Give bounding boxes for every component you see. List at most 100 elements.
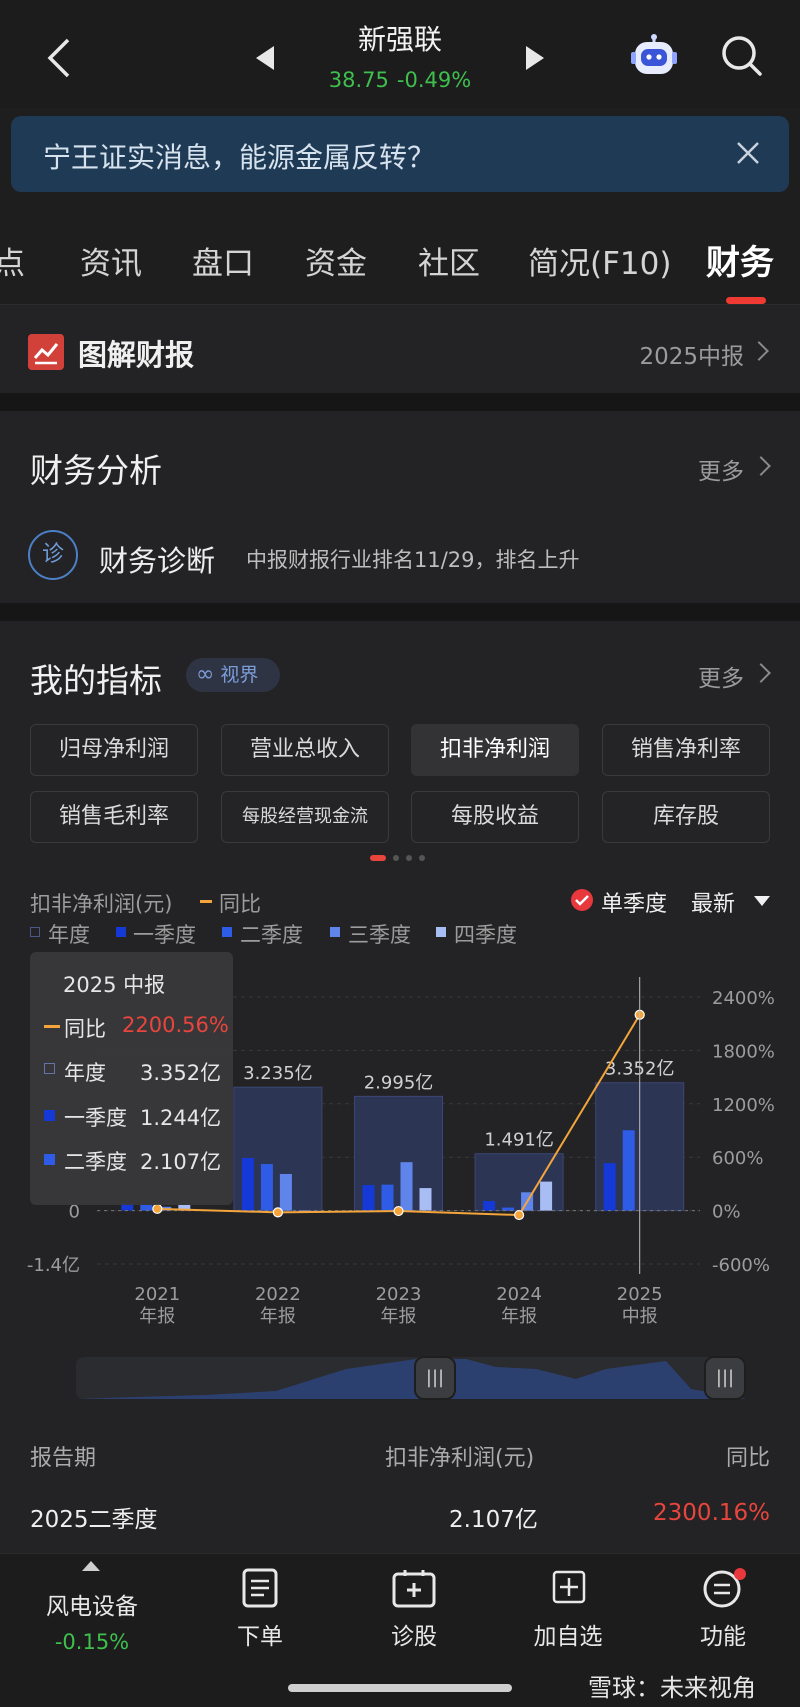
- financial-analysis-title: 财务分析: [30, 451, 162, 490]
- x-tick-year: 2024: [496, 1284, 542, 1305]
- tooltip-annual-label: 年度: [64, 1061, 106, 1085]
- quarter-bar-一季度: [362, 1185, 375, 1211]
- add-watchlist-label[interactable]: 加自选: [508, 1617, 628, 1651]
- quarter-bar-四季度: [540, 1181, 553, 1211]
- chip-treasury-stock[interactable]: 库存股: [602, 791, 770, 843]
- x-tick-period: 年报: [381, 1306, 417, 1327]
- sector-name[interactable]: 风电设备: [32, 1587, 152, 1621]
- search-icon[interactable]: [720, 34, 764, 78]
- quarter-bar-一季度: [603, 1163, 616, 1211]
- x-tick-period: 年报: [501, 1306, 537, 1327]
- tooltip-q2-swatch: [44, 1154, 55, 1165]
- tab-points[interactable]: 点: [0, 238, 25, 283]
- tab-funds[interactable]: 资金: [305, 238, 367, 283]
- tooltip-q2-label: 二季度: [64, 1150, 127, 1174]
- chip-total-revenue[interactable]: 营业总收入: [221, 724, 389, 776]
- expand-up-icon[interactable]: [82, 1561, 100, 1571]
- tooltip-annual-value: 3.352亿: [140, 1061, 222, 1085]
- chart-range-slider[interactable]: ||| |||: [76, 1356, 746, 1400]
- right-axis-tick: -600%: [712, 1255, 770, 1276]
- page-dot-active: [370, 855, 386, 861]
- tooltip-title: 2025 中报: [63, 973, 166, 997]
- page-dot: [406, 855, 412, 861]
- yoy-point: [272, 1207, 283, 1218]
- report-period[interactable]: 2025中报: [639, 337, 744, 371]
- order-icon[interactable]: [242, 1568, 278, 1608]
- add-watchlist-icon[interactable]: [552, 1570, 586, 1604]
- financial-diagnosis-desc[interactable]: 中报财报行业排名11/29，排名上升: [246, 544, 580, 574]
- order-label[interactable]: 下单: [200, 1617, 320, 1651]
- tab-finance[interactable]: 财务: [706, 235, 774, 284]
- quarter-bar-三季度: [279, 1173, 292, 1211]
- x-tick-period: 中报: [622, 1306, 658, 1327]
- right-axis-tick: 2400%: [712, 988, 775, 1009]
- vision-badge-label: 视界: [220, 664, 259, 686]
- diagnose-label[interactable]: 诊股: [354, 1617, 474, 1651]
- stock-change: -0.49%: [396, 68, 472, 92]
- infinity-icon: ∞: [196, 662, 215, 687]
- right-axis-tick: 600%: [712, 1148, 763, 1169]
- report-chart-icon: [28, 334, 64, 370]
- annual-value-label: 1.491亿: [484, 1130, 554, 1151]
- quarter-bar-二季度: [260, 1164, 273, 1211]
- quarter-bar-一季度: [483, 1201, 496, 1211]
- diagnose-icon[interactable]: [392, 1568, 436, 1608]
- chip-parent-net-profit[interactable]: 归母净利润: [30, 724, 198, 776]
- banner-text: 宁王证实消息，能源金属反转？: [43, 141, 436, 174]
- x-tick-year: 2025: [617, 1284, 663, 1305]
- illustrated-report-title: 图解财报: [78, 338, 195, 372]
- financial-analysis-more[interactable]: 更多: [698, 452, 744, 486]
- news-banner[interactable]: 宁王证实消息，能源金属反转？: [11, 116, 789, 192]
- home-indicator: [288, 1684, 512, 1692]
- my-indicators-more[interactable]: 更多: [698, 659, 744, 693]
- x-tick-year: 2021: [134, 1284, 180, 1305]
- tab-news[interactable]: 资讯: [80, 238, 142, 283]
- tab-community[interactable]: 社区: [418, 238, 480, 283]
- quarter-bar-二季度: [381, 1184, 394, 1211]
- tooltip-q1-value: 1.244亿: [140, 1106, 222, 1130]
- left-axis-tick: -1.4亿: [27, 1255, 80, 1276]
- tooltip-q1-label: 一季度: [64, 1106, 127, 1130]
- quarter-bar-二季度: [140, 1204, 153, 1211]
- close-icon[interactable]: [733, 138, 763, 168]
- right-axis-tick: 0%: [712, 1202, 741, 1223]
- right-axis-tick: 1200%: [712, 1095, 775, 1116]
- right-axis-tick: 1800%: [712, 1041, 775, 1062]
- chip-operating-cashflow-per-share[interactable]: 每股经营现金流: [221, 791, 389, 843]
- page-dot: [419, 855, 425, 861]
- x-tick-period: 年报: [260, 1306, 296, 1327]
- range-handle-left[interactable]: |||: [414, 1356, 456, 1400]
- back-arrow-icon[interactable]: [44, 36, 74, 80]
- x-tick-year: 2023: [376, 1284, 422, 1305]
- diagnosis-icon: 诊: [28, 530, 78, 580]
- table-header-value: 扣非净利润(元): [385, 1446, 535, 1471]
- functions-menu-icon[interactable]: [702, 1568, 746, 1608]
- chip-net-margin[interactable]: 销售净利率: [602, 724, 770, 776]
- my-indicators-title: 我的指标: [30, 661, 162, 700]
- range-handle-right[interactable]: |||: [704, 1356, 746, 1400]
- quarter-bar-二季度: [622, 1130, 635, 1211]
- table-header-yoy: 同比: [725, 1446, 770, 1471]
- x-tick-period: 年报: [139, 1306, 175, 1327]
- tab-order-book[interactable]: 盘口: [192, 238, 254, 283]
- next-stock-icon[interactable]: [526, 46, 544, 70]
- table-cell-period: 2025二季度: [30, 1507, 158, 1533]
- tooltip-yoy-swatch: [44, 1025, 60, 1028]
- tooltip-q2-value: 2.107亿: [140, 1150, 222, 1174]
- table-cell-value: 2.107亿: [449, 1507, 538, 1533]
- previous-stock-icon[interactable]: [256, 46, 274, 70]
- vision-badge[interactable]: ∞ 视界: [186, 658, 280, 692]
- stock-header: 新强联 38.75 -0.49%: [0, 0, 800, 108]
- page-dot: [393, 855, 399, 861]
- functions-label[interactable]: 功能: [663, 1617, 783, 1651]
- financial-diagnosis-title[interactable]: 财务诊断: [99, 538, 215, 580]
- x-tick-year: 2022: [255, 1284, 301, 1305]
- chip-gross-margin[interactable]: 销售毛利率: [30, 791, 198, 843]
- chip-eps[interactable]: 每股收益: [411, 791, 579, 843]
- tab-f10[interactable]: 简况(F10): [528, 238, 671, 283]
- robot-assistant-icon[interactable]: [630, 34, 678, 78]
- chip-deducted-net-profit[interactable]: 扣非净利润: [411, 724, 579, 776]
- annual-value-label: 3.235亿: [243, 1063, 313, 1084]
- table-header-period: 报告期: [30, 1446, 97, 1471]
- tooltip-q1-swatch: [44, 1110, 55, 1121]
